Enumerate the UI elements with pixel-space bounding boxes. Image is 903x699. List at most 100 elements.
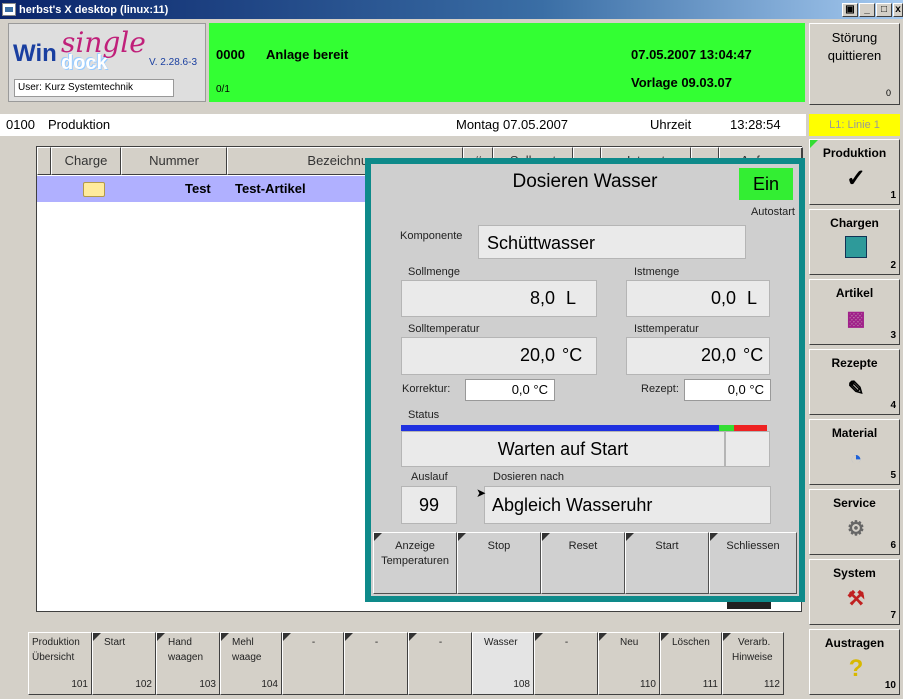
status-side-field [725, 431, 770, 467]
fkey-produktion-uebersicht[interactable]: Produktion Übersicht 101 [28, 632, 92, 695]
corner-marker-icon [409, 633, 417, 641]
maximize-button[interactable]: □ [876, 3, 892, 17]
solltemp-label: Solltemperatur [408, 323, 480, 335]
komponente-label: Komponente [400, 230, 463, 242]
isttemp-value: 20,0 [700, 345, 736, 365]
sollmenge-label: Sollmenge [408, 266, 460, 278]
fkey-wasser[interactable]: Wasser 108 [472, 632, 534, 695]
start-button[interactable]: Start [625, 532, 709, 594]
dosieren-wasser-dialog: Dosieren Wasser Ein Autostart Komponente… [365, 158, 805, 602]
corner-marker-icon [599, 633, 607, 641]
reset-button[interactable]: Reset [541, 532, 625, 594]
window-menu-button[interactable]: ▣ [842, 3, 858, 17]
section-code: 0100 [6, 117, 35, 132]
sollmenge-value: 8,0 [529, 288, 555, 308]
header-nummer[interactable]: Nummer [121, 147, 227, 175]
corner-marker-icon [535, 633, 543, 641]
corner-marker-icon [723, 633, 731, 641]
rezepte-icon: ✎ [847, 378, 865, 400]
fkey-neu[interactable]: Neu 110 [598, 632, 660, 695]
status-code: 0000 [216, 47, 245, 62]
stoerung-quittieren-button[interactable]: Störung quittieren 0 [809, 23, 900, 105]
section-time: 13:28:54 [730, 117, 781, 132]
sidebar-item-system[interactable]: System ⚒ 7 [809, 559, 900, 625]
sidebar-item-produktion[interactable]: Produktion ✓ 1 [809, 139, 900, 205]
istmenge-value: 0,0 [710, 288, 736, 308]
rezept-field[interactable]: 0,0 °C [684, 379, 771, 401]
checkmark-icon: ✓ [845, 165, 867, 192]
corner-marker-icon [93, 633, 101, 641]
rezept-label: Rezept: [641, 383, 679, 395]
fkey-empty-105[interactable]: - [282, 632, 344, 695]
solltemp-value: 20,0 [519, 345, 555, 365]
fkey-empty-106[interactable]: - [344, 632, 408, 695]
sidebar-item-service[interactable]: Service ⚙ 6 [809, 489, 900, 555]
state-badge: Ein [739, 168, 793, 200]
komponente-field[interactable]: Schüttwasser [478, 225, 746, 259]
user-name: Kurz Systemtechnik [44, 82, 134, 93]
corner-marker-icon [542, 533, 550, 541]
section-date: Montag 07.05.2007 [456, 117, 569, 132]
status-label: Status [408, 409, 440, 421]
korrektur-field[interactable]: 0,0 °C [465, 379, 555, 401]
time-label: Uhrzeit [650, 117, 692, 132]
logo-dock: dock [61, 52, 108, 74]
schliessen-button[interactable]: Schliessen [709, 532, 797, 594]
corner-marker-icon [374, 533, 382, 541]
fkey-handwaagen[interactable]: Hand waagen 103 [156, 632, 220, 695]
tools-icon: ⚒ [847, 588, 865, 610]
stoerung-count: 0 [885, 88, 891, 98]
dialog-title: Dosieren Wasser [512, 171, 658, 192]
fkey-mehlwaage[interactable]: Mehl waage 104 [220, 632, 282, 695]
section-bar: 0100 Produktion Montag 07.05.2007 Uhrzei… [0, 114, 806, 136]
fkey-verarb-hinweise[interactable]: Verarb. Hinweise 112 [722, 632, 784, 695]
auslauf-field[interactable]: 99 [401, 486, 457, 524]
minimize-button[interactable]: _ [859, 3, 875, 17]
user-field: User: Kurz Systemtechnik [14, 79, 174, 97]
fkey-start[interactable]: Start 102 [92, 632, 156, 695]
sidebar-item-material[interactable]: Material ◔ 5 [809, 419, 900, 485]
sollmenge-field[interactable]: 8,0 L [401, 280, 597, 317]
active-marker-icon [810, 140, 818, 148]
fkey-empty-107[interactable]: - [408, 632, 472, 695]
istmenge-label: Istmenge [634, 266, 680, 278]
row-bezeichnung: Test-Artikel [235, 181, 306, 196]
isttemp-field[interactable]: 20,0 °C [626, 337, 770, 375]
corner-marker-icon [345, 633, 353, 641]
sollmenge-unit: L [566, 288, 577, 308]
sidebar-item-chargen[interactable]: Chargen 2 [809, 209, 900, 275]
window-title: herbst's X desktop (linux:11) [19, 3, 169, 16]
corner-marker-icon [283, 633, 291, 641]
fkey-empty-109[interactable]: - [534, 632, 598, 695]
auslauf-label: Auslauf [411, 471, 448, 483]
app-logo: Win single dock V. 2.28.6-3 User: Kurz S… [8, 23, 206, 102]
corner-marker-icon [458, 533, 466, 541]
fkey-loeschen[interactable]: Löschen 111 [660, 632, 722, 695]
folder-icon [83, 182, 105, 197]
dosieren-field[interactable]: Abgleich Wasseruhr [484, 486, 771, 524]
sidebar-item-austragen[interactable]: Austragen ? 10 [809, 629, 900, 695]
status-panel: 0000 Anlage bereit 0/1 07.05.2007 13:04:… [209, 23, 805, 102]
status-count: 0/1 [216, 84, 230, 95]
sidebar-item-rezepte[interactable]: Rezepte ✎ 4 [809, 349, 900, 415]
section-name: Produktion [48, 117, 111, 132]
autostart-label: Autostart [750, 206, 795, 218]
header-charge[interactable]: Charge [51, 147, 121, 175]
sidebar-item-artikel[interactable]: Artikel ▩ 3 [809, 279, 900, 345]
close-button[interactable]: x [893, 3, 903, 17]
corner-marker-icon [626, 533, 634, 541]
istmenge-field[interactable]: 0,0 L [626, 280, 770, 317]
cursor-icon: ➤ [476, 486, 487, 500]
solltemp-field[interactable]: 20,0 °C [401, 337, 597, 375]
corner-marker-icon [661, 633, 669, 641]
status-message: Anlage bereit [266, 47, 349, 62]
table-row[interactable]: Test Test-Artikel [37, 176, 367, 202]
anzeige-temperaturen-button[interactable]: Anzeige Temperaturen [373, 532, 457, 594]
row-nummer: Test [185, 181, 211, 196]
question-icon: ? [848, 655, 864, 682]
header-corner [37, 147, 51, 175]
stop-button[interactable]: Stop [457, 532, 541, 594]
artikel-icon: ▩ [846, 308, 866, 330]
corner-marker-icon [157, 633, 165, 641]
app-version: V. 2.28.6-3 [149, 57, 198, 68]
